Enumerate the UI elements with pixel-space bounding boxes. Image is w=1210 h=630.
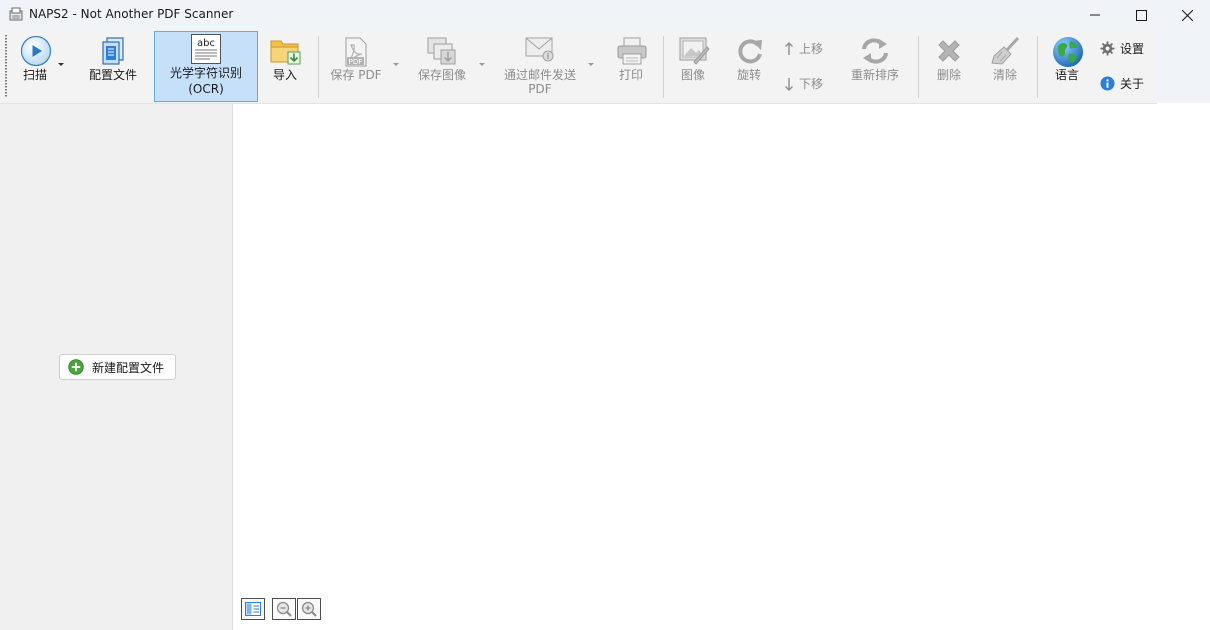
delete-label: 删除 — [936, 68, 961, 82]
zoom-in-icon — [301, 601, 317, 617]
about-label: 关于 — [1120, 77, 1145, 91]
move-up-label: 上移 — [799, 42, 824, 56]
scan-button[interactable]: 扫描 — [12, 30, 58, 103]
ocr-button[interactable]: abc 光学字符识别 (OCR) — [155, 30, 257, 103]
gear-icon — [1100, 41, 1115, 56]
zoom-out-icon — [276, 601, 292, 617]
email-pdf-label-line2: PDF — [528, 82, 552, 96]
toolbar-grip[interactable] — [5, 35, 7, 97]
toggle-sidebar-button[interactable] — [241, 598, 265, 620]
import-label: 导入 — [272, 68, 297, 82]
email-icon — [525, 37, 554, 62]
clear-button[interactable]: 清除 — [982, 30, 1028, 103]
info-icon — [1100, 76, 1115, 91]
profiles-label: 配置文件 — [88, 68, 137, 82]
scan-play-icon — [20, 35, 52, 67]
globe-icon — [1053, 37, 1083, 67]
arrow-up-icon — [785, 41, 793, 55]
toolbar-separator — [318, 36, 319, 98]
rotate-icon — [738, 39, 762, 64]
arrow-down-icon — [785, 77, 793, 91]
profiles-icon — [102, 37, 124, 65]
plus-circle-icon — [68, 359, 84, 375]
zoom-out-button[interactable] — [272, 598, 296, 620]
maximize-icon — [1135, 9, 1147, 21]
save-images-button[interactable]: 保存图像 — [412, 30, 472, 103]
save-pdf-dropdown-arrow[interactable] — [393, 63, 399, 66]
import-button[interactable]: 导入 — [262, 30, 308, 103]
settings-label: 设置 — [1120, 42, 1145, 56]
image-button[interactable]: 图像 — [670, 30, 716, 103]
reorder-icon — [862, 38, 888, 64]
printer-icon — [617, 37, 647, 65]
toolbar-separator — [663, 36, 664, 98]
settings-button[interactable]: 设置 — [1100, 40, 1144, 57]
save-pdf-button[interactable]: PDF 保存 PDF — [324, 30, 388, 103]
zoom-in-button[interactable] — [297, 598, 321, 620]
rotate-label: 旋转 — [736, 68, 761, 82]
print-label: 打印 — [618, 68, 643, 82]
maximize-button[interactable] — [1118, 0, 1164, 30]
rotate-button[interactable]: 旋转 — [727, 30, 771, 103]
profiles-panel: 新建配置文件 — [0, 104, 233, 630]
delete-button[interactable]: 删除 — [926, 30, 972, 103]
window-title: NAPS2 - Not Another PDF Scanner — [29, 7, 234, 21]
reorder-button[interactable]: 重新排序 — [844, 30, 906, 103]
save-images-icon — [427, 37, 456, 65]
language-label: 语言 — [1054, 68, 1079, 82]
pdf-icon-text: PDF — [349, 58, 363, 66]
image-edit-icon — [679, 37, 710, 65]
move-up-button[interactable]: 上移 — [784, 40, 823, 57]
app-icon — [9, 7, 23, 21]
toggle-view-icon — [245, 602, 261, 616]
image-label: 图像 — [680, 68, 705, 82]
email-pdf-label-line1: 通过邮件发送 — [503, 68, 576, 82]
move-down-button[interactable]: 下移 — [784, 75, 823, 92]
print-button[interactable]: 打印 — [608, 30, 654, 103]
save-images-label: 保存图像 — [417, 68, 466, 82]
new-profile-button[interactable]: 新建配置文件 — [59, 354, 176, 380]
scan-label: 扫描 — [22, 68, 47, 82]
ocr-icon-text: abc — [197, 38, 215, 49]
toolbar: 扫描 配置文件 abc 光学字符识别 (OCR) 导入 PDF 保存 PDF 保… — [0, 30, 1210, 104]
close-button[interactable] — [1164, 0, 1210, 30]
new-profile-label: 新建配置文件 — [92, 360, 165, 375]
email-pdf-dropdown-arrow[interactable] — [588, 63, 594, 66]
toolbar-separator — [918, 36, 919, 98]
save-images-dropdown-arrow[interactable] — [479, 63, 485, 66]
save-pdf-label: 保存 PDF — [330, 68, 382, 82]
toolbar-separator — [1037, 36, 1038, 98]
delete-x-icon — [938, 40, 960, 62]
broom-icon — [991, 36, 1020, 65]
minimize-icon — [1090, 14, 1100, 16]
profiles-button[interactable]: 配置文件 — [84, 30, 142, 103]
ocr-label-line1: 光学字符识别 — [169, 66, 242, 80]
minimize-button[interactable] — [1072, 0, 1118, 30]
title-bar: NAPS2 - Not Another PDF Scanner — [0, 0, 1210, 30]
thumbnail-area[interactable] — [233, 104, 1210, 630]
move-down-label: 下移 — [799, 77, 824, 91]
email-pdf-button[interactable]: 通过邮件发送 PDF — [498, 30, 582, 103]
clear-label: 清除 — [992, 68, 1017, 82]
reorder-label: 重新排序 — [850, 68, 899, 82]
import-folder-icon — [270, 40, 301, 65]
scan-dropdown-arrow[interactable] — [58, 63, 64, 66]
about-button[interactable]: 关于 — [1100, 75, 1144, 92]
ocr-icon: abc — [191, 34, 221, 64]
language-button[interactable]: 语言 — [1044, 30, 1090, 103]
ocr-label-line2: (OCR) — [188, 82, 224, 96]
save-pdf-icon: PDF — [345, 37, 367, 67]
close-icon — [1181, 9, 1193, 21]
